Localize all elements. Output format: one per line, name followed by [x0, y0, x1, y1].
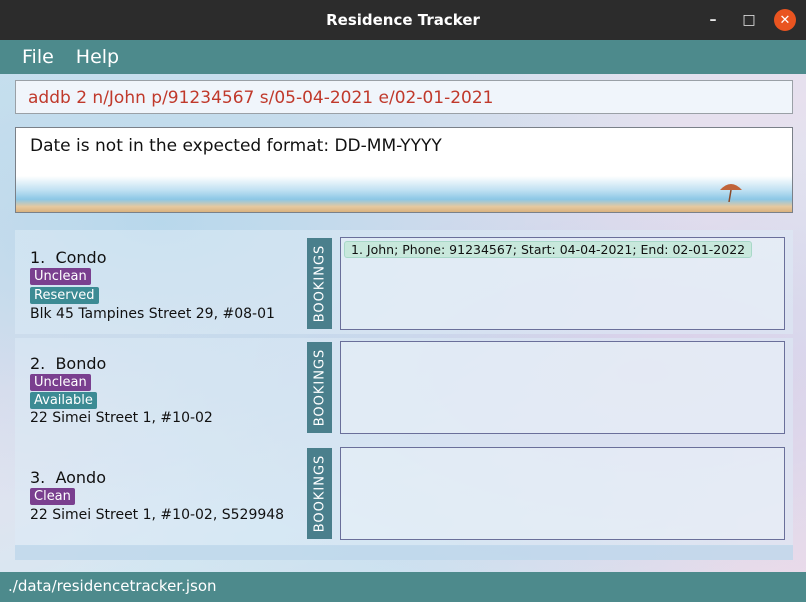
residence-card[interactable]: 1. Condo Unclean Reserved Blk 45 Tampine… — [15, 230, 793, 334]
residence-address: 22 Simei Street 1, #10-02, S529948 — [30, 507, 285, 523]
residence-list[interactable]: 1. Condo Unclean Reserved Blk 45 Tampine… — [15, 220, 793, 560]
title-bar: Residence Tracker – □ ✕ — [0, 0, 806, 40]
result-display: Date is not in the expected format: DD-M… — [15, 127, 793, 213]
maximize-icon[interactable]: □ — [738, 9, 760, 31]
window-controls: – □ ✕ — [702, 9, 796, 31]
bookings-list[interactable]: 1. John; Phone: 91234567; Start: 04-04-2… — [340, 237, 785, 330]
close-icon[interactable]: ✕ — [774, 9, 796, 31]
list-scroll-footer — [15, 545, 793, 560]
menu-help[interactable]: Help — [76, 46, 119, 68]
minimize-icon[interactable]: – — [702, 9, 724, 31]
bookings-label: BOOKINGS — [307, 238, 332, 329]
bookings-label: BOOKINGS — [307, 448, 332, 539]
bookings-label: BOOKINGS — [307, 342, 332, 433]
beach-banner-image — [16, 176, 792, 212]
menu-bar: File Help — [0, 40, 806, 74]
residence-name: 1. Condo — [30, 248, 107, 267]
clean-status-badge: Clean — [30, 488, 75, 505]
file-path: ./data/residencetracker.json — [8, 577, 217, 595]
residence-name: 3. Aondo — [30, 468, 106, 487]
residence-name: 2. Bondo — [30, 354, 107, 373]
result-message: Date is not in the expected format: DD-M… — [30, 136, 442, 156]
residence-card[interactable]: 2. Bondo Unclean Available 22 Simei Stre… — [15, 338, 793, 442]
window-title: Residence Tracker — [326, 11, 480, 29]
residence-address: Blk 45 Tampines Street 29, #08-01 — [30, 306, 275, 322]
umbrella-icon — [720, 184, 742, 202]
menu-file[interactable]: File — [22, 46, 54, 68]
bookings-list[interactable] — [340, 447, 785, 540]
clean-status-badge: Unclean — [30, 268, 91, 285]
booking-status-badge: Reserved — [30, 287, 99, 304]
residence-address: 22 Simei Street 1, #10-02 — [30, 410, 213, 426]
residence-card[interactable]: 3. Aondo Clean 22 Simei Street 1, #10-02… — [15, 442, 793, 546]
command-input[interactable]: addb 2 n/John p/91234567 s/05-04-2021 e/… — [15, 80, 793, 114]
bookings-list[interactable] — [340, 341, 785, 434]
clean-status-badge: Unclean — [30, 374, 91, 391]
booking-item[interactable]: 1. John; Phone: 91234567; Start: 04-04-2… — [344, 241, 753, 258]
booking-status-badge: Available — [30, 392, 97, 409]
status-bar: ./data/residencetracker.json — [0, 572, 806, 602]
